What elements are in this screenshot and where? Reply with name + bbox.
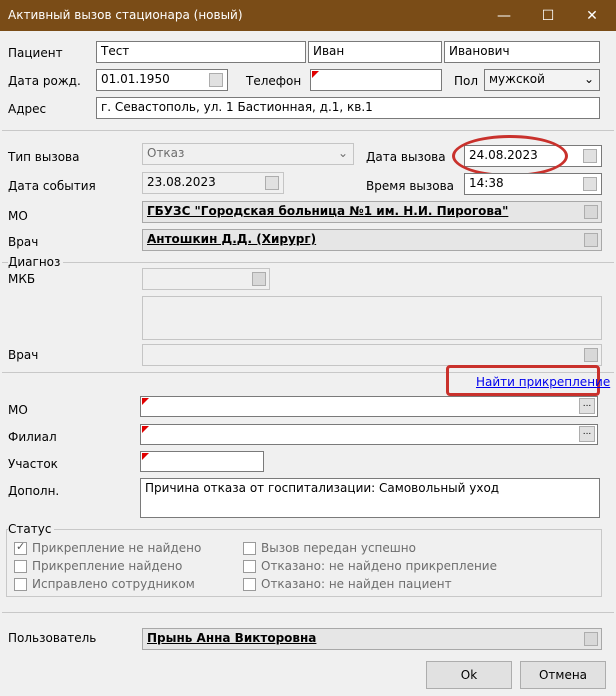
status-label: Прикрепление не найдено bbox=[32, 541, 202, 555]
event-date-calendar-button[interactable] bbox=[265, 176, 279, 190]
attachment-mo-field[interactable] bbox=[140, 396, 598, 417]
diagnosis-doctor-lookup-button[interactable] bbox=[584, 348, 598, 362]
last-name-field[interactable]: Тест bbox=[96, 41, 306, 63]
find-attachment-link[interactable]: Найти прикрепление bbox=[476, 375, 610, 389]
maximize-button[interactable]: ☐ bbox=[526, 0, 570, 31]
call-date-calendar-button[interactable] bbox=[583, 149, 597, 163]
title-bar: Активный вызов стационара (новый) — ☐ ✕ bbox=[0, 0, 616, 31]
sex-select[interactable]: мужской ⌄ bbox=[484, 69, 600, 91]
status-label: Отказано: не найдено прикрепление bbox=[261, 559, 497, 573]
divider bbox=[2, 612, 614, 613]
branch-label: Филиал bbox=[8, 430, 57, 444]
ok-button[interactable]: Ok bbox=[426, 661, 512, 689]
close-button[interactable]: ✕ bbox=[570, 0, 614, 31]
user-label: Пользователь bbox=[8, 631, 97, 645]
user-field[interactable]: Прынь Анна Викторовна bbox=[142, 628, 602, 650]
diagnosis-doctor-field[interactable] bbox=[142, 344, 602, 366]
district-field[interactable] bbox=[140, 451, 264, 472]
event-date-label: Дата события bbox=[8, 179, 96, 193]
attachment-mo-lookup-button[interactable]: ... bbox=[579, 398, 595, 414]
required-mark-icon bbox=[142, 398, 149, 405]
status-label: Прикрепление найдено bbox=[32, 559, 183, 573]
call-time-spin-button[interactable] bbox=[583, 177, 597, 191]
required-mark-icon bbox=[142, 426, 149, 433]
minimize-icon: — bbox=[497, 7, 511, 24]
address-field[interactable]: г. Севастополь, ул. 1 Бастионная, д.1, к… bbox=[96, 97, 600, 119]
mo-field[interactable]: ГБУЗС "Городская больница №1 им. Н.И. Пи… bbox=[142, 201, 602, 223]
diagnosis-group-label: Диагноз bbox=[8, 255, 64, 269]
first-name-field[interactable]: Иван bbox=[308, 41, 442, 63]
doctor-label: Врач bbox=[8, 235, 39, 249]
mkb-lookup-button[interactable] bbox=[252, 272, 266, 286]
status-checkbox-corrected[interactable] bbox=[14, 578, 27, 591]
extra-label: Дополн. bbox=[8, 484, 60, 498]
user-lookup-button[interactable] bbox=[584, 632, 598, 646]
district-label: Участок bbox=[8, 457, 58, 471]
event-date-field[interactable]: 23.08.2023 bbox=[142, 172, 284, 194]
call-date-highlight bbox=[452, 135, 568, 177]
dob-calendar-button[interactable] bbox=[209, 73, 223, 87]
status-checkbox-found[interactable] bbox=[14, 560, 27, 573]
mo-lookup-button[interactable] bbox=[584, 205, 598, 219]
status-group-label: Статус bbox=[8, 522, 55, 536]
status-label: Исправлено сотрудником bbox=[32, 577, 195, 591]
maximize-icon: ☐ bbox=[541, 7, 555, 24]
required-mark-icon bbox=[312, 71, 319, 78]
close-icon: ✕ bbox=[586, 7, 598, 24]
status-checkbox-refused-patient[interactable] bbox=[243, 578, 256, 591]
divider bbox=[2, 130, 614, 131]
patient-label: Пациент bbox=[8, 46, 63, 60]
dob-label: Дата рожд. bbox=[8, 74, 81, 88]
branch-field[interactable] bbox=[140, 424, 598, 445]
call-type-value: Отказ bbox=[147, 146, 185, 160]
diagnosis-text-field[interactable] bbox=[142, 296, 602, 340]
sex-select-value: мужской bbox=[489, 72, 545, 86]
mkb-label: МКБ bbox=[8, 272, 36, 286]
branch-lookup-button[interactable]: ... bbox=[579, 426, 595, 442]
cancel-button[interactable]: Отмена bbox=[520, 661, 606, 689]
window-title: Активный вызов стационара (новый) bbox=[8, 8, 243, 22]
middle-name-field[interactable]: Иванович bbox=[444, 41, 600, 63]
doctor-lookup-button[interactable] bbox=[584, 233, 598, 247]
address-label: Адрес bbox=[8, 102, 47, 116]
call-time-label: Время вызова bbox=[366, 179, 455, 193]
chevron-down-icon: ⌄ bbox=[337, 146, 348, 160]
sex-label: Пол bbox=[454, 74, 479, 88]
mkb-field[interactable] bbox=[142, 268, 270, 290]
call-time-field[interactable]: 14:38 bbox=[464, 173, 602, 195]
status-checkbox-refused-attachment[interactable] bbox=[243, 560, 256, 573]
diagnosis-doctor-label: Врач bbox=[8, 348, 39, 362]
phone-label: Телефон bbox=[246, 74, 302, 88]
status-checkbox-not-found[interactable]: ✓ bbox=[14, 540, 27, 555]
doctor-field[interactable]: Антошкин Д.Д. (Хирург) bbox=[142, 229, 602, 251]
extra-field[interactable]: Причина отказа от госпитализации: Самово… bbox=[140, 478, 600, 518]
attachment-mo-label: МО bbox=[8, 403, 28, 417]
status-label: Отказано: не найден пациент bbox=[261, 577, 452, 591]
status-label: Вызов передан успешно bbox=[261, 541, 416, 555]
status-checkbox-sent[interactable] bbox=[243, 542, 256, 555]
call-date-label: Дата вызова bbox=[366, 150, 446, 164]
check-icon: ✓ bbox=[16, 540, 26, 553]
chevron-down-icon: ⌄ bbox=[583, 72, 594, 86]
call-type-select[interactable]: Отказ ⌄ bbox=[142, 143, 354, 165]
phone-field[interactable] bbox=[310, 69, 442, 91]
required-mark-icon bbox=[142, 453, 149, 460]
mo-label: МО bbox=[8, 209, 28, 223]
minimize-button[interactable]: — bbox=[482, 0, 526, 31]
call-type-label: Тип вызова bbox=[8, 150, 80, 164]
